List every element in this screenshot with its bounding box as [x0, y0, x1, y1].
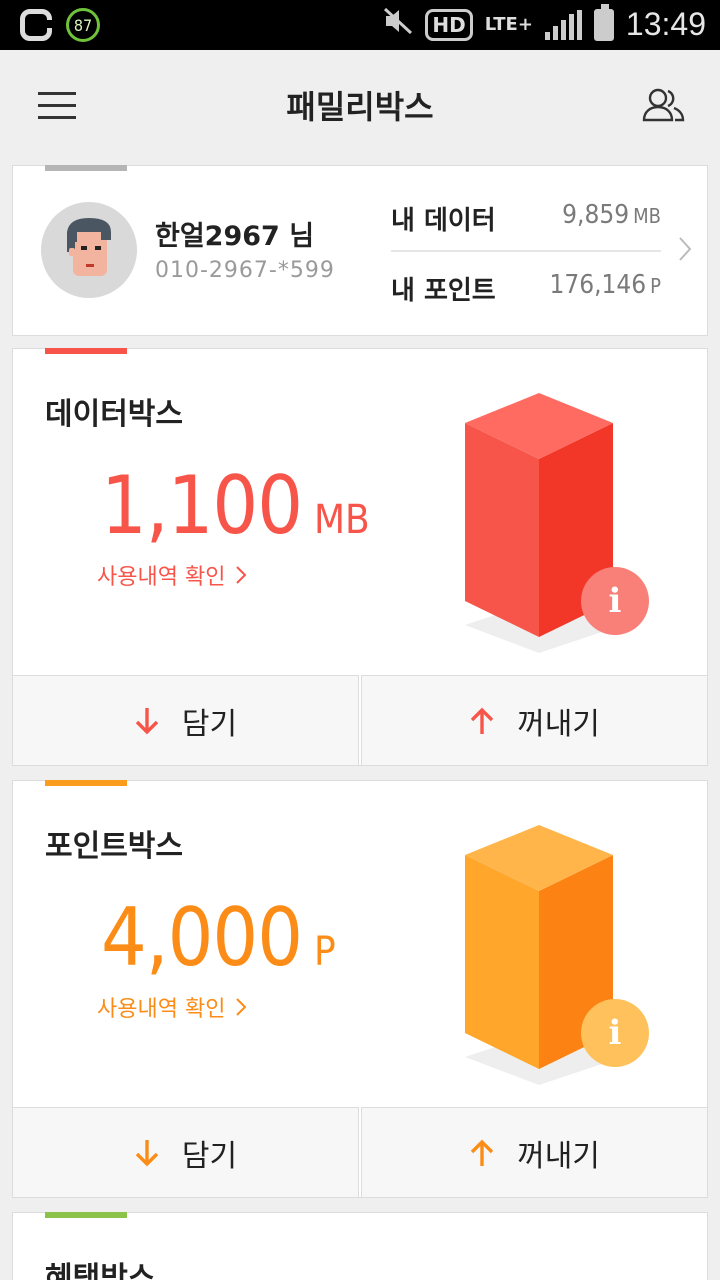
data-deposit-button[interactable]: 담기 [12, 675, 359, 766]
my-data-label: 내 데이터 [391, 206, 496, 236]
profile-card[interactable]: 한얼2967 님 010-2967-*599 내 데이터 9,859 MB 내 포… [12, 165, 708, 336]
divider [391, 250, 661, 252]
chevron-right-icon [236, 566, 247, 584]
chevron-right-icon [236, 998, 247, 1016]
signal-icon [544, 9, 582, 40]
lte-icon: LTE+ [484, 13, 533, 35]
point-box-title: 포인트박스 [45, 829, 183, 864]
point-box-actions: 담기 꺼내기 [12, 1107, 708, 1198]
benefit-box-card: 혜택박스 [12, 1212, 708, 1280]
my-data-value: 9,859 MB [562, 200, 661, 230]
arrow-down-icon [135, 707, 159, 734]
people-icon[interactable] [642, 86, 686, 126]
my-points-label: 내 포인트 [391, 276, 496, 306]
arrow-up-icon [470, 707, 494, 734]
chevron-right-icon [679, 237, 692, 261]
avatar [41, 202, 137, 298]
clock: 13:49 [625, 6, 706, 42]
data-box-title: 데이터박스 [45, 397, 183, 432]
app-bar: 패밀리박스 [0, 50, 720, 162]
carrier-app-icon [20, 9, 53, 41]
tab-accent [45, 780, 127, 786]
point-withdraw-button[interactable]: 꺼내기 [361, 1107, 708, 1198]
battery-level-badge: 87 [66, 8, 100, 42]
status-bar: 87 HD LTE+ 13:49 [0, 0, 720, 50]
arrow-up-icon [470, 1139, 494, 1166]
point-box-card: 포인트박스 4,000 P 사용내역 확인 i 담기 꺼내기 [12, 780, 708, 1198]
data-box-amount: 1,100 MB [101, 459, 370, 552]
page-title: 패밀리박스 [286, 88, 434, 126]
my-points-value: 176,146 P [549, 270, 661, 300]
point-box-info-button[interactable]: i [581, 999, 649, 1067]
point-deposit-button[interactable]: 담기 [12, 1107, 359, 1198]
point-history-link[interactable]: 사용내역 확인 [97, 991, 247, 1023]
user-phone: 010-2967-*599 [155, 258, 335, 283]
hd-voice-icon: HD [425, 8, 473, 41]
tab-accent [45, 165, 127, 171]
user-name: 한얼2967 님 [155, 221, 315, 252]
data-withdraw-button[interactable]: 꺼내기 [361, 675, 708, 766]
mute-icon [383, 7, 413, 42]
benefit-box-title: 혜택박스 [45, 1261, 156, 1280]
data-box-info-button[interactable]: i [581, 567, 649, 635]
point-box-amount: 4,000 P [101, 891, 336, 984]
data-box-actions: 담기 꺼내기 [12, 675, 708, 766]
data-history-link[interactable]: 사용내역 확인 [97, 559, 247, 591]
tab-accent [45, 1212, 127, 1218]
tab-accent [45, 348, 127, 354]
battery-icon [593, 3, 614, 41]
arrow-down-icon [135, 1139, 159, 1166]
data-box-card: 데이터박스 1,100 MB 사용내역 확인 i 담기 꺼내기 [12, 348, 708, 766]
